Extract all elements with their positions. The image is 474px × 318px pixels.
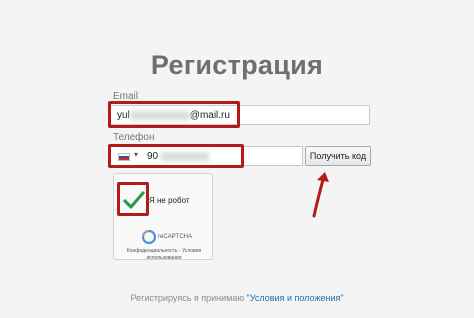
page-title: Регистрация: [150, 50, 324, 80]
terms-link[interactable]: "Условия и положения": [247, 293, 344, 303]
recaptcha-brand: reCAPTCHA: [158, 234, 193, 240]
phone-highlight: [108, 144, 244, 168]
checkbox-highlight: [117, 182, 149, 216]
not-robot-label: Я не робот: [149, 196, 190, 205]
email-highlight: [108, 101, 240, 128]
phone-label: Телефон: [113, 132, 155, 143]
terms-text: Регистрируясь я принимаю: [130, 293, 247, 303]
arrow-annotation-icon: [312, 172, 329, 218]
terms-notice: Регистрируясь я принимаю "Условия и поло…: [0, 293, 474, 303]
recaptcha-widget: Я не робот reCAPTCHA Конфиденциальность …: [113, 173, 213, 262]
recaptcha-links[interactable]: Конфиденциальность - Условия использован…: [117, 248, 211, 262]
get-code-button[interactable]: Получить код: [305, 146, 371, 166]
recaptcha-logo-icon: [142, 230, 156, 244]
